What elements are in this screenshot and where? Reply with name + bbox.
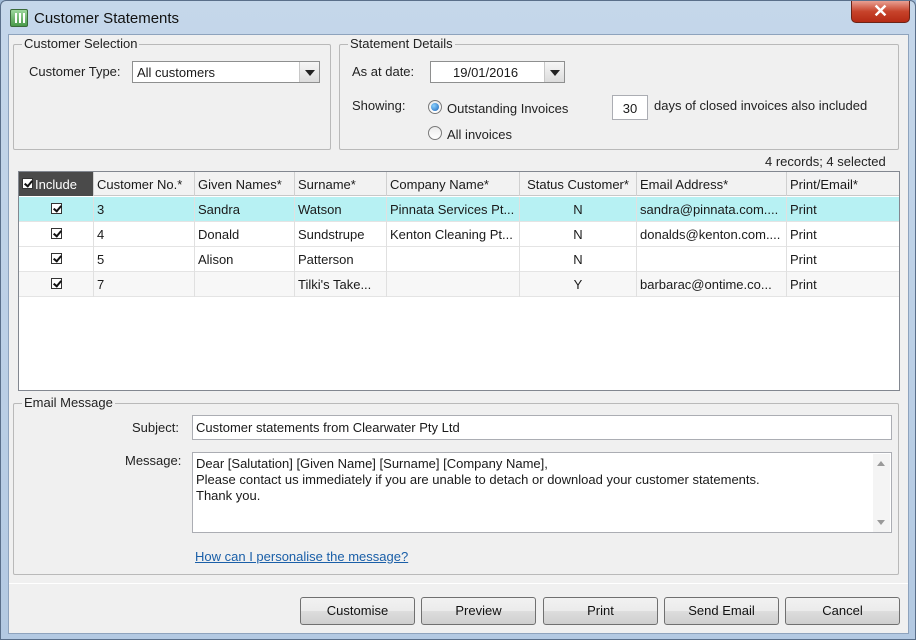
closed-invoice-days-suffix: days of closed invoices also included: [654, 98, 868, 113]
surname-cell: Watson: [295, 197, 387, 222]
given-names-cell: Donald: [195, 222, 295, 247]
outstanding-invoices-radio[interactable]: [428, 100, 442, 114]
include-checkbox[interactable]: [51, 203, 62, 214]
customer-type-dropdown[interactable]: All customers: [132, 61, 320, 83]
include-checkbox[interactable]: [51, 228, 62, 239]
subject-input[interactable]: Customer statements from Clearwater Pty …: [192, 415, 892, 440]
customer-statements-window: Customer Statements ✕ Customer Selection…: [0, 0, 916, 640]
print-email-cell[interactable]: Print: [787, 197, 899, 222]
given-names-cell: Alison: [195, 247, 295, 272]
column-header-include[interactable]: Include: [19, 172, 94, 196]
table-row[interactable]: 3 Sandra Watson Pinnata Services Pt... N…: [19, 197, 899, 222]
statement-details-group: Statement Details As at date: 19/01/2016…: [339, 36, 899, 150]
column-header-given-names[interactable]: Given Names*: [195, 172, 295, 196]
close-icon: ✕: [872, 1, 889, 21]
column-header-email-address[interactable]: Email Address*: [637, 172, 787, 196]
message-scrollbar[interactable]: [873, 454, 890, 532]
print-button[interactable]: Print: [543, 597, 658, 625]
company-cell: Pinnata Services Pt...: [387, 197, 520, 222]
customer-type-value: All customers: [137, 65, 216, 80]
all-invoices-radio[interactable]: [428, 126, 442, 140]
column-header-company-name[interactable]: Company Name*: [387, 172, 520, 196]
company-cell: Kenton Cleaning Pt...: [387, 222, 520, 247]
outstanding-invoices-label[interactable]: Outstanding Invoices: [447, 101, 568, 116]
scroll-down-icon[interactable]: [877, 520, 885, 525]
surname-cell: Sundstrupe: [295, 222, 387, 247]
as-at-date-picker[interactable]: 19/01/2016: [430, 61, 565, 83]
scroll-up-icon[interactable]: [877, 461, 885, 466]
include-cell[interactable]: [19, 222, 94, 247]
surname-cell: Patterson: [295, 247, 387, 272]
column-header-surname[interactable]: Surname*: [295, 172, 387, 196]
footer-divider: [9, 583, 908, 584]
record-summary: 4 records; 4 selected: [765, 154, 886, 169]
grid-header: Include Customer No.* Given Names* Surna…: [19, 172, 899, 196]
customise-button[interactable]: Customise: [300, 597, 415, 625]
closed-invoice-days-input[interactable]: 30: [612, 95, 648, 120]
print-email-cell[interactable]: Print: [787, 222, 899, 247]
surname-cell: Tilki's Take...: [295, 272, 387, 297]
print-email-cell[interactable]: Print: [787, 272, 899, 297]
given-names-cell: Sandra: [195, 197, 295, 222]
include-cell[interactable]: [19, 197, 94, 222]
customer-selection-group: Customer Selection Customer Type: All cu…: [13, 36, 331, 150]
customer-no-cell: 7: [94, 272, 195, 297]
status-cell: N: [520, 247, 637, 272]
cancel-button[interactable]: Cancel: [785, 597, 900, 625]
given-names-cell: [195, 272, 295, 297]
include-cell[interactable]: [19, 247, 94, 272]
as-at-date-label: As at date:: [352, 64, 415, 79]
status-cell: N: [520, 197, 637, 222]
include-checkbox[interactable]: [51, 253, 62, 264]
table-row[interactable]: 5 Alison Patterson N Print: [19, 247, 899, 272]
all-invoices-label[interactable]: All invoices: [447, 127, 512, 142]
include-checkbox[interactable]: [51, 278, 62, 289]
email-message-title: Email Message: [22, 395, 115, 410]
customer-no-cell: 5: [94, 247, 195, 272]
message-textarea[interactable]: Dear [Salutation] [Given Name] [Surname]…: [192, 452, 892, 533]
email-cell: donalds@kenton.com....: [637, 222, 787, 247]
app-icon: [10, 9, 28, 27]
status-cell: Y: [520, 272, 637, 297]
customer-type-label: Customer Type:: [29, 64, 121, 79]
email-message-group: Email Message Subject: Customer statemen…: [13, 395, 899, 575]
table-row[interactable]: 7 Tilki's Take... Y barbarac@ontime.co..…: [19, 272, 899, 297]
subject-label: Subject:: [132, 420, 179, 435]
message-line: Dear [Salutation] [Given Name] [Surname]…: [196, 456, 548, 471]
column-header-print-email[interactable]: Print/Email*: [787, 172, 899, 196]
email-cell: sandra@pinnata.com....: [637, 197, 787, 222]
personalise-help-link[interactable]: How can I personalise the message?: [195, 549, 408, 564]
showing-label: Showing:: [352, 98, 406, 113]
company-cell: [387, 247, 520, 272]
column-header-include-label: Include: [35, 177, 77, 192]
dialog-body: Customer Selection Customer Type: All cu…: [8, 34, 909, 634]
customers-grid: Include Customer No.* Given Names* Surna…: [18, 171, 900, 391]
select-all-checkbox[interactable]: [22, 178, 33, 189]
send-email-button[interactable]: Send Email: [664, 597, 779, 625]
message-label: Message:: [125, 453, 182, 468]
customer-selection-title: Customer Selection: [22, 36, 140, 51]
customer-no-cell: 4: [94, 222, 195, 247]
include-cell[interactable]: [19, 272, 94, 297]
email-cell: barbarac@ontime.co...: [637, 272, 787, 297]
company-cell: [387, 272, 520, 297]
chevron-down-icon[interactable]: [299, 62, 319, 82]
customer-no-cell: 3: [94, 197, 195, 222]
email-cell: [637, 247, 787, 272]
window-title: Customer Statements: [34, 10, 180, 27]
status-cell: N: [520, 222, 637, 247]
print-email-cell[interactable]: Print: [787, 247, 899, 272]
column-header-status-customer[interactable]: Status Customer*: [520, 172, 637, 196]
title-bar[interactable]: Customer Statements ✕: [1, 1, 915, 35]
column-header-customer-no[interactable]: Customer No.*: [94, 172, 195, 196]
close-button[interactable]: ✕: [851, 1, 910, 23]
calendar-dropdown-icon[interactable]: [544, 62, 564, 82]
message-line: Thank you.: [196, 488, 261, 503]
message-line: Please contact us immediately if you are…: [196, 472, 760, 487]
statement-details-title: Statement Details: [348, 36, 455, 51]
table-row[interactable]: 4 Donald Sundstrupe Kenton Cleaning Pt..…: [19, 222, 899, 247]
as-at-date-value: 19/01/2016: [453, 65, 519, 80]
preview-button[interactable]: Preview: [421, 597, 536, 625]
